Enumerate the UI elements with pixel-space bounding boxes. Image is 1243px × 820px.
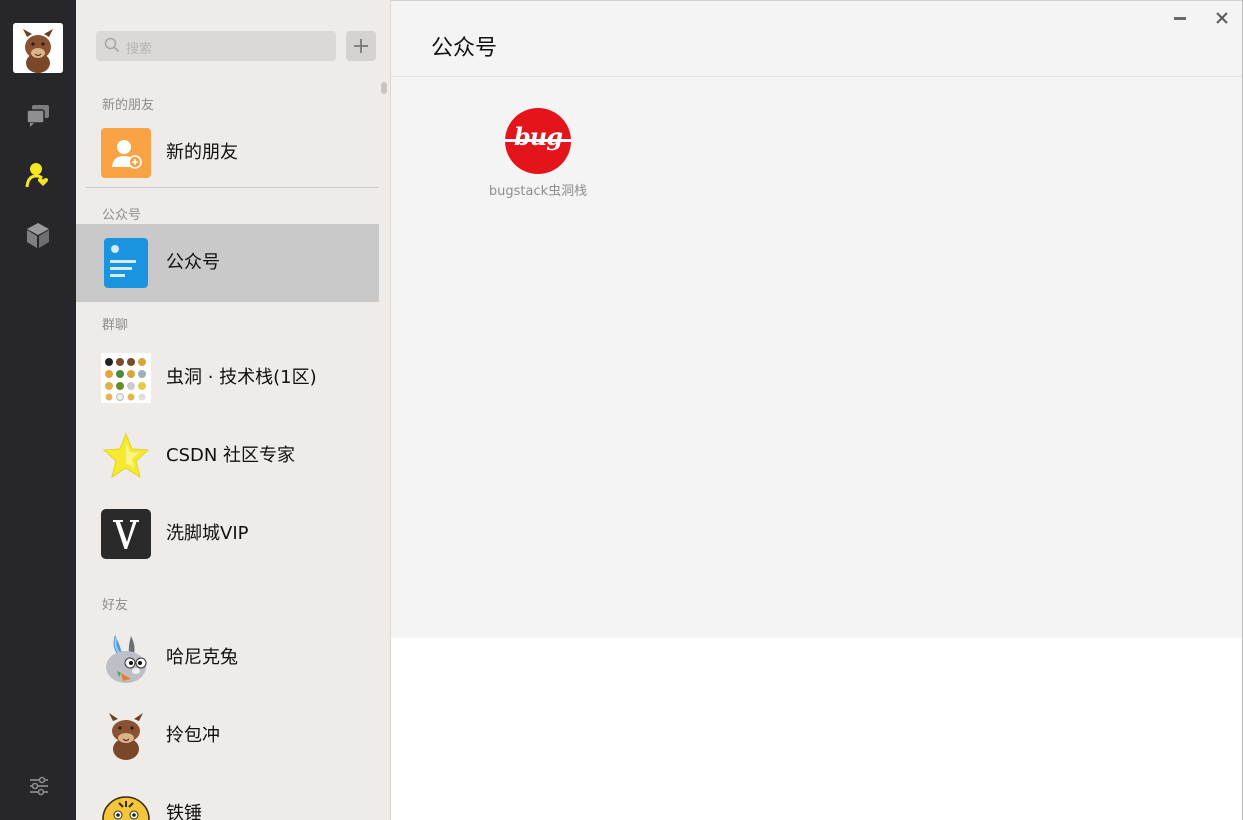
logo-text: bug	[513, 122, 563, 151]
star-icon	[101, 431, 151, 481]
search-icon	[104, 37, 120, 57]
minimize-button[interactable]	[1170, 8, 1190, 28]
vip-logo-icon	[101, 509, 151, 559]
list-item-label: 拎包冲	[166, 725, 220, 746]
list-item-official-accounts[interactable]: 公众号	[76, 224, 379, 302]
new-friend-icon	[101, 128, 151, 178]
official-accounts-grid	[391, 0, 1243, 638]
content-header: 公众号	[391, 0, 1243, 77]
list-item-label: 虫洞 · 技术栈(1区)	[166, 367, 317, 388]
list-item-label: 哈尼克兔	[166, 647, 238, 668]
settings-sliders-icon[interactable]	[24, 771, 54, 801]
section-official-accounts: 公众号	[102, 208, 142, 223]
list-item-group[interactable]: 虫洞 · 技术栈(1区)	[76, 339, 379, 417]
list-item-group[interactable]: 洗脚城VIP	[76, 495, 379, 573]
list-item-new-friend[interactable]: 新的朋友	[76, 114, 379, 192]
section-groups: 群聊	[102, 318, 129, 333]
list-item-label: 新的朋友	[166, 142, 238, 163]
chat-bubbles-icon[interactable]	[23, 100, 53, 130]
divider	[86, 187, 379, 188]
section-new-friends: 新的朋友	[102, 98, 155, 113]
content-panel: 公众号 bug bugstack虫洞栈	[390, 0, 1243, 820]
user-avatar[interactable]	[13, 23, 63, 73]
section-friends: 好友	[102, 598, 129, 613]
cube-icon[interactable]	[23, 220, 53, 250]
nav-sidebar	[0, 0, 76, 820]
close-button[interactable]	[1212, 8, 1232, 28]
ox-avatar	[101, 711, 151, 761]
window-border	[391, 0, 1243, 1]
document-icon	[104, 238, 148, 288]
page-title: 公众号	[431, 36, 498, 61]
list-item-label: CSDN 社区专家	[166, 445, 296, 466]
bugstack-logo-icon: bug	[505, 108, 571, 174]
contacts-icon[interactable]	[23, 160, 53, 190]
list-item-friend[interactable]: 拎包冲	[76, 697, 379, 775]
official-account-card[interactable]: bug bugstack虫洞栈	[486, 108, 590, 199]
list-item-label: 铁锤	[166, 803, 202, 820]
list-item-friend[interactable]: 铁锤	[76, 775, 379, 820]
search-placeholder: 搜索	[126, 42, 153, 57]
group-avatar	[101, 353, 151, 403]
rabbit-avatar	[101, 633, 151, 683]
minimize-icon	[1174, 17, 1186, 20]
app-window: 搜索 新的朋友 新的朋友 公众号 公众号 群聊 虫洞 · 技术栈(1区) CSD…	[0, 0, 1243, 820]
plus-icon	[354, 39, 368, 53]
add-button[interactable]	[346, 31, 376, 61]
search-input[interactable]: 搜索	[96, 31, 336, 61]
contact-list-panel: 搜索 新的朋友 新的朋友 公众号 公众号 群聊 虫洞 · 技术栈(1区) CSD…	[76, 0, 390, 820]
list-item-group[interactable]: CSDN 社区专家	[76, 417, 379, 495]
scrollbar-thumb[interactable]	[381, 82, 387, 94]
tiger-avatar	[101, 789, 151, 820]
close-icon	[1216, 12, 1228, 24]
list-item-label: 公众号	[166, 252, 220, 273]
official-account-name: bugstack虫洞栈	[488, 184, 588, 199]
list-item-label: 洗脚城VIP	[166, 523, 249, 544]
list-item-friend[interactable]: 哈尼克兔	[76, 619, 379, 697]
